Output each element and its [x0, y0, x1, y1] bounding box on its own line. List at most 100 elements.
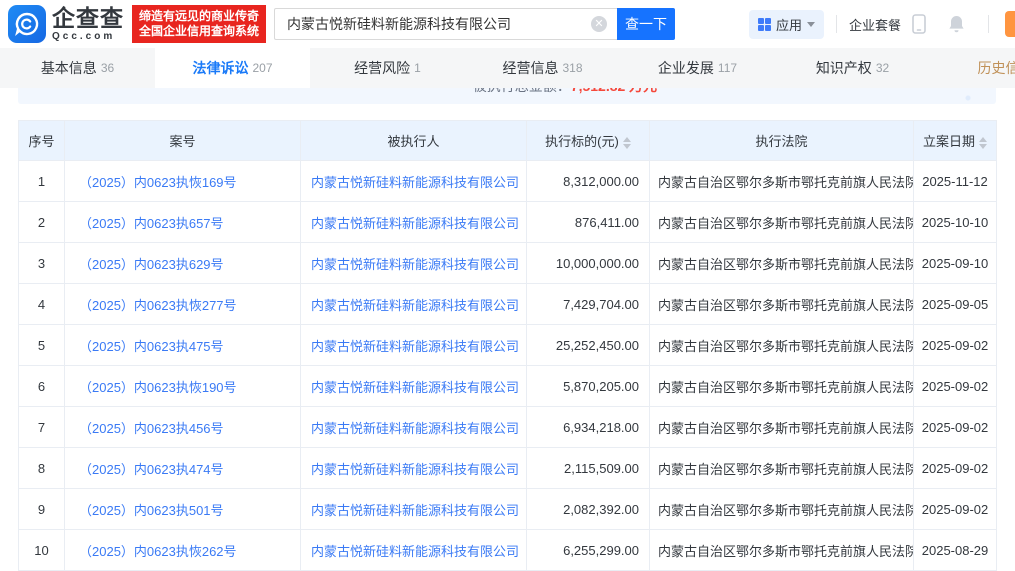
defendant-link[interactable]: 内蒙古悦新硅料新能源科技有限公司: [311, 380, 519, 395]
cell-case-no: （2025）内0623执474号: [64, 447, 301, 489]
apps-grid-icon: [757, 17, 771, 31]
cell-index: 6: [18, 365, 65, 407]
cell-date: 2025-08-29: [913, 529, 997, 571]
case-no-link[interactable]: （2025）内0623执456号: [79, 421, 224, 436]
defendant-link[interactable]: 内蒙古悦新硅料新能源科技有限公司: [311, 503, 519, 518]
search-button[interactable]: 查一下: [617, 8, 676, 40]
cell-case-no: （2025）内0623执501号: [64, 488, 301, 530]
apps-menu-button[interactable]: 应用: [748, 9, 824, 39]
enterprise-package-link[interactable]: 企业套餐: [849, 15, 901, 34]
tab-bar: 基本信息 36 法律诉讼 207 经营风险 1 经营信息 318 企业发展 11…: [0, 48, 1015, 88]
clear-search-icon[interactable]: ✕: [591, 16, 608, 32]
cell-index: 3: [18, 242, 65, 284]
defendant-link[interactable]: 内蒙古悦新硅料新能源科技有限公司: [311, 421, 519, 436]
cell-date: 2025-09-02: [913, 324, 997, 366]
summary-banner: 被执行总金额： 7,512.82 万元: [18, 88, 996, 104]
case-no-link[interactable]: （2025）内0623执474号: [79, 462, 224, 477]
cell-defendant: 内蒙古悦新硅料新能源科技有限公司: [300, 406, 527, 448]
notification-bell-icon[interactable]: [947, 14, 966, 34]
cell-defendant: 内蒙古悦新硅料新能源科技有限公司: [300, 488, 527, 530]
cell-date: 2025-11-12: [913, 160, 997, 202]
cell-amount: 6,934,218.00: [526, 406, 650, 448]
cell-date: 2025-09-10: [913, 242, 997, 284]
cell-case-no: （2025）内0623执恢190号: [64, 365, 301, 407]
tab-4[interactable]: 经营信息 318: [465, 48, 620, 88]
cell-defendant: 内蒙古悦新硅料新能源科技有限公司: [300, 324, 527, 366]
cell-date: 2025-09-02: [913, 488, 997, 530]
cell-amount: 25,252,450.00: [526, 324, 650, 366]
defendant-link[interactable]: 内蒙古悦新硅料新能源科技有限公司: [311, 462, 519, 477]
case-no-link[interactable]: （2025）内0623执恢169号: [79, 175, 237, 190]
logo[interactable]: 企查查 Qcc.com: [8, 5, 124, 43]
cell-case-no: （2025）内0623执456号: [64, 406, 301, 448]
divider: [835, 15, 837, 33]
col-header-amount: 执行标的(元): [526, 120, 650, 161]
defendant-link[interactable]: 内蒙古悦新硅料新能源科技有限公司: [311, 216, 519, 231]
table-row: 2 （2025）内0623执657号 内蒙古悦新硅料新能源科技有限公司 876,…: [18, 201, 997, 243]
qcc-logo-icon: [8, 5, 46, 43]
cell-defendant: 内蒙古悦新硅料新能源科技有限公司: [300, 365, 527, 407]
vip-button-clipped[interactable]: [1005, 11, 1015, 37]
cell-date: 2025-09-02: [913, 447, 997, 489]
main-content: 被执行总金额： 7,512.82 万元 序号 案号 被执行人 执行标的(元) 执…: [0, 88, 1015, 571]
tab-5[interactable]: 企业发展 117: [620, 48, 775, 88]
cell-date: 2025-09-05: [913, 283, 997, 325]
case-no-link[interactable]: （2025）内0623执恢190号: [79, 380, 237, 395]
cell-date: 2025-09-02: [913, 365, 997, 407]
table-row: 9 （2025）内0623执501号 内蒙古悦新硅料新能源科技有限公司 2,08…: [18, 488, 997, 530]
col-header-court: 执行法院: [649, 120, 914, 161]
tab-1[interactable]: 基本信息 36: [0, 48, 155, 88]
cell-case-no: （2025）内0623执657号: [64, 201, 301, 243]
cell-amount: 2,082,392.00: [526, 488, 650, 530]
case-no-link[interactable]: （2025）内0623执475号: [79, 339, 224, 354]
defendant-link[interactable]: 内蒙古悦新硅料新能源科技有限公司: [311, 298, 519, 313]
cell-case-no: （2025）内0623执恢262号: [64, 529, 301, 571]
mobile-app-icon[interactable]: [911, 14, 927, 34]
cell-amount: 7,429,704.00: [526, 283, 650, 325]
cell-court: 内蒙古自治区鄂尔多斯市鄂托克前旗人民法院: [649, 447, 914, 489]
cell-court: 内蒙古自治区鄂尔多斯市鄂托克前旗人民法院: [649, 529, 914, 571]
cell-date: 2025-10-10: [913, 201, 997, 243]
cell-amount: 6,255,299.00: [526, 529, 650, 571]
defendant-link[interactable]: 内蒙古悦新硅料新能源科技有限公司: [311, 257, 519, 272]
cell-index: 2: [18, 201, 65, 243]
header-right: 应用 企业套餐: [748, 0, 1015, 48]
cell-amount: 876,411.00: [526, 201, 650, 243]
logo-text: 企查查 Qcc.com: [52, 4, 124, 42]
cell-amount: 10,000,000.00: [526, 242, 650, 284]
col-header-index: 序号: [18, 120, 65, 161]
defendant-link[interactable]: 内蒙古悦新硅料新能源科技有限公司: [311, 339, 519, 354]
cell-court: 内蒙古自治区鄂尔多斯市鄂托克前旗人民法院: [649, 488, 914, 530]
defendant-link[interactable]: 内蒙古悦新硅料新能源科技有限公司: [311, 544, 519, 559]
case-no-link[interactable]: （2025）内0623执629号: [79, 257, 224, 272]
cell-defendant: 内蒙古悦新硅料新能源科技有限公司: [300, 242, 527, 284]
table-body: 1 （2025）内0623执恢169号 内蒙古悦新硅料新能源科技有限公司 8,3…: [18, 160, 997, 571]
col-header-defendant: 被执行人: [300, 120, 527, 161]
cell-court: 内蒙古自治区鄂尔多斯市鄂托克前旗人民法院: [649, 160, 914, 202]
search-input[interactable]: [274, 8, 618, 40]
table-row: 7 （2025）内0623执456号 内蒙古悦新硅料新能源科技有限公司 6,93…: [18, 406, 997, 448]
brand-name: 企查查: [52, 4, 124, 31]
cell-index: 9: [18, 488, 65, 530]
cell-index: 10: [18, 529, 65, 571]
tab-7[interactable]: 历史信息: [930, 48, 1015, 88]
case-no-link[interactable]: （2025）内0623执恢262号: [79, 544, 237, 559]
defendant-link[interactable]: 内蒙古悦新硅料新能源科技有限公司: [311, 175, 519, 190]
cell-defendant: 内蒙古悦新硅料新能源科技有限公司: [300, 160, 527, 202]
case-no-link[interactable]: （2025）内0623执501号: [79, 503, 224, 518]
table-row: 10 （2025）内0623执恢262号 内蒙古悦新硅料新能源科技有限公司 6,…: [18, 529, 997, 571]
case-no-link[interactable]: （2025）内0623执恢277号: [79, 298, 237, 313]
cell-defendant: 内蒙古悦新硅料新能源科技有限公司: [300, 447, 527, 489]
sort-amount-icon[interactable]: [622, 136, 631, 149]
cell-court: 内蒙古自治区鄂尔多斯市鄂托克前旗人民法院: [649, 406, 914, 448]
table-row: 8 （2025）内0623执474号 内蒙古悦新硅料新能源科技有限公司 2,11…: [18, 447, 997, 489]
case-no-link[interactable]: （2025）内0623执657号: [79, 216, 224, 231]
slogan-line2: 全国企业信用查询系统: [139, 24, 260, 38]
tab-3[interactable]: 经营风险 1: [310, 48, 465, 88]
tab-6[interactable]: 知识产权 32: [775, 48, 930, 88]
slogan-banner: 缔造有远见的商业传奇 全国企业信用查询系统: [132, 5, 267, 43]
col-header-date: 立案日期: [913, 120, 997, 161]
sort-date-icon[interactable]: [979, 136, 987, 149]
cell-case-no: （2025）内0623执629号: [64, 242, 301, 284]
tab-2[interactable]: 法律诉讼 207: [155, 48, 310, 88]
